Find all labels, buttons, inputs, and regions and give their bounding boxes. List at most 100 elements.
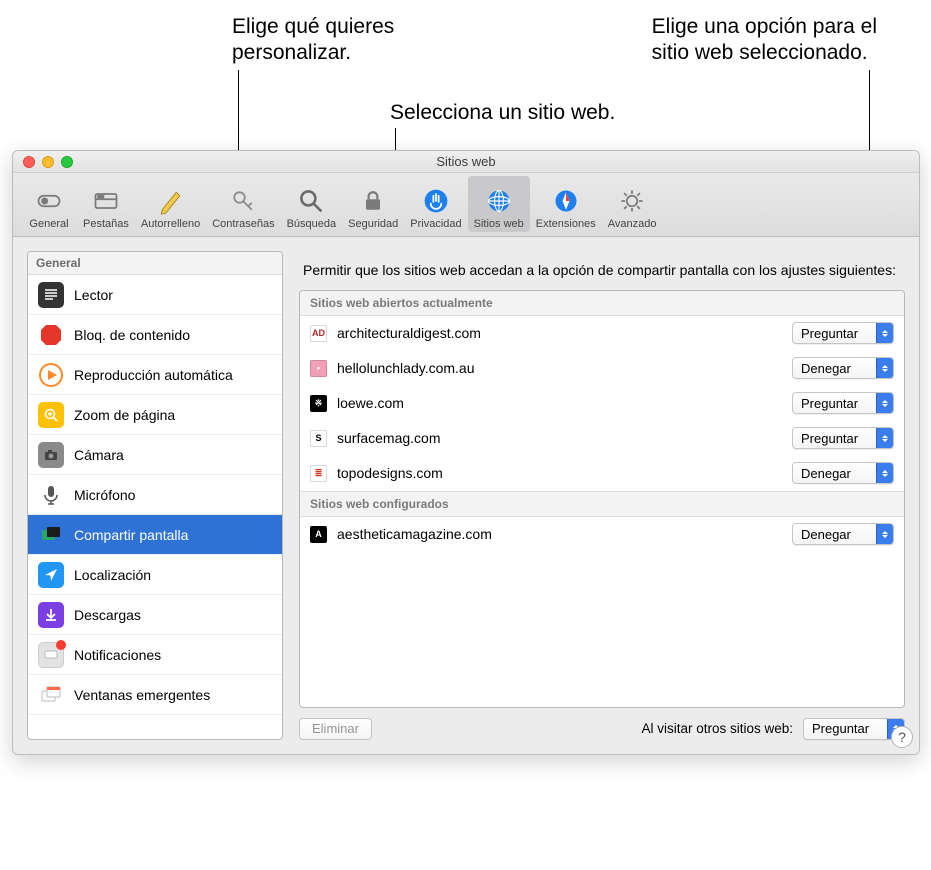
sidebar-item-label: Zoom de página (74, 407, 175, 423)
stop-icon (38, 322, 64, 348)
sidebar-header: General (28, 252, 282, 275)
screens-icon (38, 522, 64, 548)
sidebar-item-location[interactable]: Localización (28, 555, 282, 595)
section-header-configured: Sitios web configurados (300, 491, 904, 517)
sidebar-item-microphone[interactable]: Micrófono (28, 475, 282, 515)
toolbar-item-passwords[interactable]: Contraseñas (206, 176, 280, 232)
website-policy-select[interactable]: Denegar (792, 462, 894, 484)
callout-option: Elige una opción para el sitio web selec… (652, 14, 877, 67)
callout-select-site: Selecciona un sitio web. (390, 100, 615, 126)
website-policy-select[interactable]: Denegar (792, 523, 894, 545)
sidebar-list: Lector Bloq. de contenido Reproducción a… (28, 275, 282, 739)
website-row[interactable]: ※ loewe.com Preguntar (300, 386, 904, 421)
chevron-updown-icon (876, 358, 893, 378)
sidebar-item-label: Cámara (74, 447, 124, 463)
main-description: Permitir que los sitios web accedan a la… (299, 251, 905, 290)
annotation-callouts: Elige qué quieres personalizar. Elige un… (0, 0, 931, 142)
favicon: • (310, 360, 327, 377)
sidebar-item-page-zoom[interactable]: Zoom de página (28, 395, 282, 435)
website-domain: aestheticamagazine.com (337, 526, 782, 542)
sidebar-item-camera[interactable]: Cámara (28, 435, 282, 475)
toolbar-item-websites[interactable]: Sitios web (468, 176, 530, 232)
camera-icon (38, 442, 64, 468)
help-button[interactable]: ? (891, 726, 913, 748)
zoom-icon (38, 402, 64, 428)
toolbar-item-autofill[interactable]: Autorrelleno (135, 176, 206, 232)
sidebar-item-label: Notificaciones (74, 647, 161, 663)
zoom-window-button[interactable] (61, 156, 73, 168)
window-title: Sitios web (13, 154, 919, 169)
website-row[interactable]: • hellolunchlady.com.au Denegar (300, 351, 904, 386)
sidebar-item-label: Bloq. de contenido (74, 327, 190, 343)
key-icon (228, 186, 258, 216)
toolbar-item-advanced[interactable]: Avanzado (602, 176, 663, 232)
play-icon (38, 362, 64, 388)
toolbar-item-tabs[interactable]: Pestañas (77, 176, 135, 232)
switch-icon (34, 186, 64, 216)
chevron-updown-icon (876, 393, 893, 413)
website-row[interactable]: ≣ topodesigns.com Denegar (300, 456, 904, 491)
sidebar-item-label: Compartir pantalla (74, 527, 188, 543)
notification-badge (56, 640, 66, 650)
chevron-updown-icon (876, 428, 893, 448)
compass-icon (551, 186, 581, 216)
website-policy-select[interactable]: Preguntar (792, 322, 894, 344)
lock-icon (358, 186, 388, 216)
default-policy-select[interactable]: Preguntar (803, 718, 905, 740)
websites-table: Sitios web abiertos actualmente AD archit… (299, 290, 905, 708)
section-header-open: Sitios web abiertos actualmente (300, 291, 904, 316)
website-row[interactable]: Aaestheticamagazine.comDenegar (300, 517, 904, 552)
favicon: S (310, 430, 327, 447)
settings-sidebar: General Lector Bloq. de contenido (27, 251, 283, 740)
table-footer: Eliminar Al visitar otros sitios web: Pr… (299, 708, 905, 740)
chevron-updown-icon (876, 323, 893, 343)
sidebar-item-label: Localización (74, 567, 151, 583)
delete-button[interactable]: Eliminar (299, 718, 372, 740)
sidebar-item-label: Lector (74, 287, 113, 303)
traffic-lights (13, 156, 73, 168)
favicon: ≣ (310, 465, 327, 482)
close-window-button[interactable] (23, 156, 35, 168)
preferences-window: Sitios web General Pestañas Autorrelleno (12, 150, 920, 755)
website-row[interactable]: Ssurfacemag.comPreguntar (300, 421, 904, 456)
toolbar-item-search[interactable]: Búsqueda (281, 176, 343, 232)
sidebar-item-notifications[interactable]: Notificaciones (28, 635, 282, 675)
default-policy-label: Al visitar otros sitios web: (641, 721, 793, 736)
sidebar-item-label: Reproducción automática (74, 367, 233, 383)
toolbar-item-security[interactable]: Seguridad (342, 176, 404, 232)
sidebar-item-label: Micrófono (74, 487, 135, 503)
window-titlebar[interactable]: Sitios web (13, 151, 919, 173)
sidebar-item-autoplay[interactable]: Reproducción automática (28, 355, 282, 395)
toolbar-item-general[interactable]: General (21, 176, 77, 232)
website-domain: topodesigns.com (337, 465, 782, 481)
main-panel: Permitir que los sitios web accedan a la… (299, 251, 905, 740)
website-domain: hellolunchlady.com.au (337, 360, 782, 376)
windows-icon (38, 682, 64, 708)
toolbar-item-privacy[interactable]: Privacidad (404, 176, 467, 232)
pencil-icon (156, 186, 186, 216)
website-policy-select[interactable]: Preguntar (792, 427, 894, 449)
website-row[interactable]: AD architecturaldigest.com Preguntar (300, 316, 904, 351)
sidebar-item-screen-sharing[interactable]: Compartir pantalla (28, 515, 282, 555)
website-domain: loewe.com (337, 395, 782, 411)
website-policy-select[interactable]: Preguntar (792, 392, 894, 414)
sidebar-item-popups[interactable]: Ventanas emergentes (28, 675, 282, 715)
notifications-icon (38, 642, 64, 668)
location-icon (38, 562, 64, 588)
sidebar-item-content-blockers[interactable]: Bloq. de contenido (28, 315, 282, 355)
window-body: General Lector Bloq. de contenido (13, 237, 919, 754)
sidebar-item-label: Ventanas emergentes (74, 687, 210, 703)
sidebar-item-downloads[interactable]: Descargas (28, 595, 282, 635)
website-domain: architecturaldigest.com (337, 325, 782, 341)
favicon: AD (310, 325, 327, 342)
search-icon (296, 186, 326, 216)
callout-personalize: Elige qué quieres personalizar. (232, 14, 394, 67)
gear-icon (617, 186, 647, 216)
minimize-window-button[interactable] (42, 156, 54, 168)
sidebar-item-reader[interactable]: Lector (28, 275, 282, 315)
favicon: ※ (310, 395, 327, 412)
globe-icon (484, 186, 514, 216)
download-icon (38, 602, 64, 628)
website-policy-select[interactable]: Denegar (792, 357, 894, 379)
toolbar-item-extensions[interactable]: Extensiones (530, 176, 602, 232)
